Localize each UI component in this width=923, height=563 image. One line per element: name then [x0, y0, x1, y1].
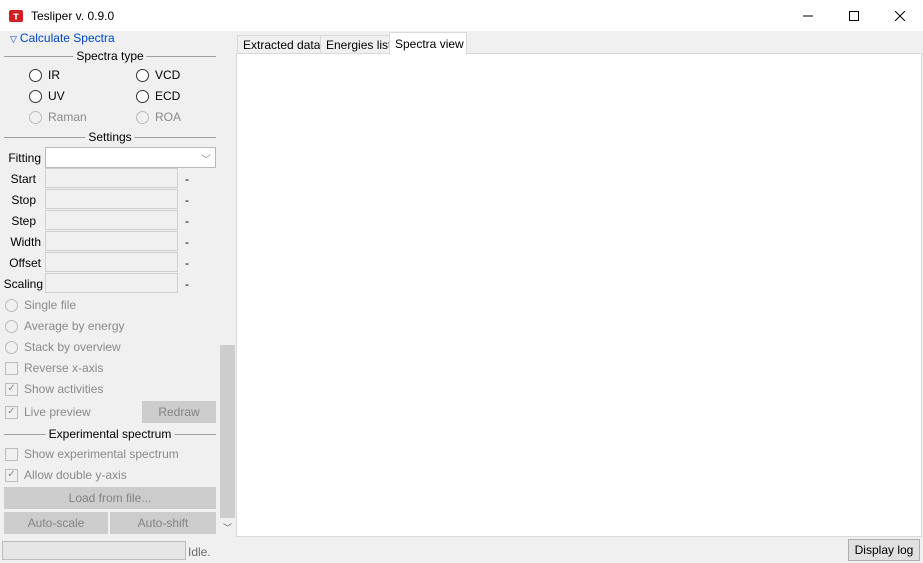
load-from-file-button[interactable]: Load from file... — [4, 487, 216, 509]
start-unit: - — [185, 172, 189, 186]
maximize-icon — [849, 10, 859, 21]
radio-stack-by-overview[interactable]: Stack by overview — [5, 339, 121, 355]
app-logo-icon: T — [9, 10, 23, 22]
scaling-field[interactable] — [45, 273, 178, 293]
scaling-label: Scaling — [3, 277, 43, 291]
collapse-arrow-icon: ▽ — [10, 34, 17, 44]
radio-roa[interactable]: ROA — [136, 109, 181, 125]
settings-title: Settings — [85, 130, 135, 144]
radio-ir[interactable]: IR — [29, 67, 60, 83]
maximize-button[interactable] — [831, 0, 877, 31]
step-field[interactable] — [45, 210, 178, 230]
reverse-x-axis-checkbox[interactable]: Reverse x-axis — [5, 360, 103, 376]
show-experimental-checkbox[interactable]: Show experimental spectrum — [5, 446, 179, 462]
fitting-combobox[interactable]: ﹀ — [45, 147, 216, 168]
step-label: Step — [11, 214, 36, 228]
radio-uv[interactable]: UV — [29, 88, 65, 104]
check-icon: ✓ — [5, 468, 18, 482]
width-unit: - — [185, 235, 189, 249]
stop-label: Stop — [11, 193, 36, 207]
width-label: Width — [10, 235, 41, 249]
close-icon — [895, 10, 905, 21]
auto-scale-button[interactable]: Auto-scale — [4, 512, 108, 534]
calculate-spectra-label: Calculate Spectra — [19, 31, 115, 45]
title-bar: T Tesliper v. 0.9.0 — [0, 0, 923, 31]
chevron-down-icon: ﹀ — [201, 155, 211, 166]
check-icon: ✓ — [5, 382, 18, 396]
experimental-title: Experimental spectrum — [45, 427, 175, 441]
spectra-type-title: Spectra type — [73, 49, 147, 63]
progress-bar — [2, 541, 186, 560]
start-field[interactable] — [45, 168, 178, 188]
stop-field[interactable] — [45, 189, 178, 209]
radio-ecd[interactable]: ECD — [136, 88, 180, 104]
check-icon: ✓ — [5, 405, 18, 419]
display-log-button[interactable]: Display log — [848, 539, 920, 561]
calculate-spectra-toggle[interactable]: ▽ Calculate Spectra — [10, 31, 115, 45]
width-field[interactable] — [45, 231, 178, 251]
spectra-view-area[interactable] — [236, 53, 922, 537]
fitting-label: Fitting — [8, 151, 41, 165]
step-unit: - — [185, 214, 189, 228]
stop-unit: - — [185, 193, 189, 207]
panel-scrollbar[interactable]: ﹀ — [219, 31, 236, 537]
svg-text:T: T — [13, 13, 19, 22]
app-window: T Tesliper v. 0.9.0 ▽ Calculate Spectra S… — [0, 0, 923, 563]
experimental-group: Experimental spectrum — [4, 427, 216, 441]
calculate-spectra-panel: ▽ Calculate Spectra Spectra type IR VCD U… — [0, 31, 236, 537]
show-activities-checkbox[interactable]: ✓ Show activities — [5, 381, 103, 397]
status-text: Idle. — [188, 545, 211, 559]
scaling-unit: - — [185, 277, 189, 291]
settings-group: Settings — [4, 130, 216, 144]
close-button[interactable] — [877, 0, 923, 31]
window-title: Tesliper v. 0.9.0 — [31, 9, 115, 23]
offset-label: Offset — [9, 256, 41, 270]
radio-single-file[interactable]: Single file — [5, 297, 76, 313]
tab-extracted-data[interactable]: Extracted data — [237, 35, 321, 54]
auto-shift-button[interactable]: Auto-shift — [110, 512, 216, 534]
start-label: Start — [10, 172, 36, 186]
tab-energies-list[interactable]: Energies list — [320, 35, 391, 54]
allow-double-y-checkbox[interactable]: ✓ Allow double y-axis — [5, 467, 127, 483]
minimize-icon — [803, 15, 813, 16]
offset-field[interactable] — [45, 252, 178, 272]
radio-raman[interactable]: Raman — [29, 109, 87, 125]
minimize-button[interactable] — [785, 0, 831, 31]
scrollbar-thumb[interactable] — [220, 345, 235, 518]
redraw-button[interactable]: Redraw — [142, 401, 216, 423]
radio-vcd[interactable]: VCD — [136, 67, 180, 83]
tab-spectra-view[interactable]: Spectra view — [389, 32, 467, 55]
radio-average-by-energy[interactable]: Average by energy — [5, 318, 125, 334]
live-preview-checkbox[interactable]: ✓ Live preview — [5, 404, 91, 420]
spectra-type-group: Spectra type — [4, 49, 216, 63]
scroll-down-icon[interactable]: ﹀ — [219, 521, 236, 535]
offset-unit: - — [185, 256, 189, 270]
status-bar: Idle. Display log — [0, 537, 923, 563]
